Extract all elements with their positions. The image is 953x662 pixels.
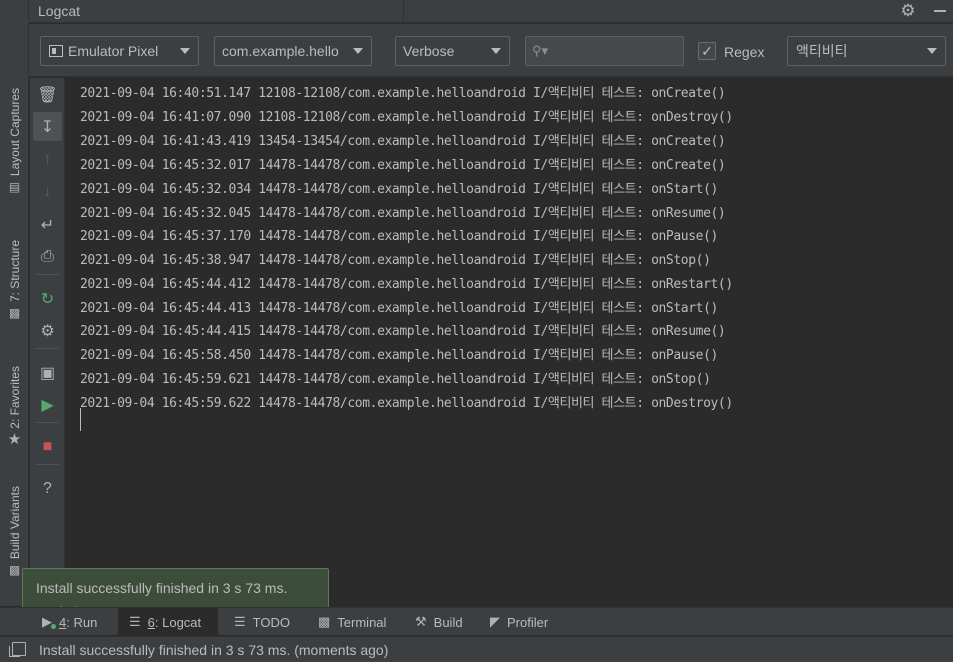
tab-todo[interactable]: ☰ TODO: [228, 608, 296, 636]
log-line: 2021-09-04 16:41:43.419 13454-13454/com.…: [80, 134, 726, 149]
tab-build[interactable]: ⚒ Build: [409, 608, 469, 636]
chevron-down-icon: [491, 48, 501, 54]
toolbar-separator: [36, 422, 59, 423]
log-line: 2021-09-04 16:40:51.147 12108-12108/com.…: [80, 86, 726, 101]
todo-icon: ☰: [234, 614, 246, 629]
terminal-icon: ▩: [318, 614, 331, 629]
tab-run-number: 4: [59, 614, 67, 630]
search-icon: ⚲▾: [532, 43, 549, 58]
emulator-icon: [49, 45, 63, 57]
tab-todo-label: TODO: [252, 614, 290, 630]
tool-windows-icon[interactable]: [9, 642, 26, 657]
structure-tab[interactable]: 7: Structure ▩: [0, 240, 29, 320]
left-tool-stripe: Layout Captures ▤ 7: Structure ▩ 2: Favo…: [0, 0, 29, 606]
down-arrow-icon[interactable]: ↓: [33, 177, 62, 206]
log-line: 2021-09-04 16:41:07.090 12108-12108/com.…: [80, 110, 733, 125]
profiler-icon: ◤: [490, 614, 500, 629]
chevron-down-icon: [353, 48, 363, 54]
structure-label: 7: Structure: [7, 240, 22, 303]
toolbar-separator: [36, 274, 59, 275]
tab-terminal[interactable]: ▩ Terminal: [312, 608, 392, 636]
structure-icon: ▩: [8, 306, 21, 321]
favorites-label: 2: Favorites: [7, 366, 22, 429]
bottom-tool-tabs: ▶ 4: Run ☰ 6: Logcat ☰ TODO ▩ Terminal ⚒…: [0, 607, 953, 636]
build-variants-icon: ▩: [8, 563, 21, 578]
device-value: Emulator Pixel: [68, 43, 159, 59]
status-message[interactable]: Install successfully finished in 3 s 73 …: [39, 642, 388, 658]
logcat-side-toolbar: 🗑 ↧ ↑ ↓ ↵ ⎙ ↻ ⚙ ▣ ▶ ■ ?: [30, 78, 65, 606]
tab-run-label: : Run: [66, 614, 98, 630]
header-divider: [403, 0, 404, 23]
screen-record-icon[interactable]: ▶: [33, 390, 62, 419]
tab-run[interactable]: ▶ 4: Run: [36, 608, 108, 636]
regex-label: Regex: [724, 44, 765, 60]
chevron-down-icon: [180, 48, 190, 54]
panel-title: Logcat: [38, 3, 81, 19]
tab-profiler-label: Profiler: [507, 614, 549, 630]
layout-captures-tab[interactable]: Layout Captures ▤: [0, 88, 29, 194]
device-dropdown[interactable]: Emulator Pixel: [40, 36, 199, 66]
help-icon[interactable]: ?: [33, 474, 62, 503]
tab-logcat[interactable]: ☰ 6: Logcat: [118, 608, 218, 636]
status-bar: Install successfully finished in 3 s 73 …: [0, 636, 953, 662]
logcat-icon: ☰: [129, 614, 141, 629]
logcat-toolbar: Emulator Pixel com.example.hello Verbose…: [29, 24, 953, 77]
camera-icon[interactable]: ▣: [33, 358, 62, 387]
log-output[interactable]: 2021-09-04 16:40:51.147 12108-12108/com.…: [66, 78, 953, 606]
minimize-icon[interactable]: [929, 0, 951, 22]
log-line: 2021-09-04 16:45:32.034 14478-14478/com.…: [80, 182, 718, 197]
build-variants-tab[interactable]: Build Variants ▩: [0, 486, 29, 577]
trash-icon[interactable]: 🗑: [33, 80, 62, 109]
log-line: 2021-09-04 16:45:59.621 14478-14478/com.…: [80, 372, 711, 387]
running-indicator-dot: [51, 624, 56, 629]
up-arrow-icon[interactable]: ↑: [33, 145, 62, 174]
text-caret: [80, 408, 81, 431]
layout-captures-label: Layout Captures: [7, 88, 22, 177]
tab-build-label: Build: [433, 614, 463, 630]
star-icon: ★: [7, 430, 22, 448]
layout-captures-icon: ▤: [8, 180, 21, 195]
scroll-to-end-icon[interactable]: ↧: [33, 112, 62, 141]
log-level-dropdown[interactable]: Verbose: [395, 36, 510, 66]
regex-checkbox[interactable]: ✓: [698, 42, 716, 60]
log-line: 2021-09-04 16:45:32.017 14478-14478/com.…: [80, 158, 726, 173]
log-line: 2021-09-04 16:45:37.170 14478-14478/com.…: [80, 229, 718, 244]
log-line: 2021-09-04 16:45:44.415 14478-14478/com.…: [80, 324, 726, 339]
log-line: 2021-09-04 16:45:44.413 14478-14478/com.…: [80, 301, 718, 316]
stop-icon[interactable]: ■: [33, 432, 62, 461]
toolbar-separator: [36, 464, 59, 465]
log-line: 2021-09-04 16:45:32.045 14478-14478/com.…: [80, 206, 726, 221]
tab-profiler[interactable]: ◤ Profiler: [484, 608, 554, 636]
soft-wrap-icon[interactable]: ↵: [33, 210, 62, 239]
hammer-icon: ⚒: [415, 614, 427, 629]
process-value: com.example.hello: [222, 43, 339, 59]
log-level-value: Verbose: [403, 43, 455, 59]
balloon-text: Install successfully finished in 3 s 73 …: [36, 580, 288, 596]
toolbar-separator: [36, 348, 59, 349]
settings-icon[interactable]: ⚙: [33, 316, 62, 345]
gear-icon[interactable]: ⚙: [897, 0, 919, 22]
log-line: 2021-09-04 16:45:44.412 14478-14478/com.…: [80, 277, 733, 292]
search-input[interactable]: ⚲▾: [525, 36, 684, 66]
logcat-header: Logcat ⚙: [29, 0, 953, 23]
log-line: 2021-09-04 16:45:58.450 14478-14478/com.…: [80, 348, 718, 363]
tab-logcat-label: : Logcat: [154, 614, 202, 630]
install-notification-balloon[interactable]: Install successfully finished in 3 s 73 …: [22, 568, 329, 608]
chevron-down-icon: [927, 48, 937, 54]
filter-config-value: 액티비티: [796, 43, 848, 59]
favorites-tab[interactable]: 2: Favorites ★: [0, 366, 29, 447]
build-variants-label: Build Variants: [7, 486, 22, 560]
restart-icon[interactable]: ↻: [33, 284, 62, 313]
log-line: 2021-09-04 16:45:38.947 14478-14478/com.…: [80, 253, 711, 268]
tab-terminal-label: Terminal: [337, 614, 387, 630]
print-icon[interactable]: ⎙: [33, 242, 62, 271]
filter-config-dropdown[interactable]: 액티비티: [787, 36, 946, 66]
tab-logcat-number: 6: [147, 614, 155, 630]
log-line: 2021-09-04 16:45:59.622 14478-14478/com.…: [80, 396, 733, 411]
process-dropdown[interactable]: com.example.hello: [214, 36, 372, 66]
